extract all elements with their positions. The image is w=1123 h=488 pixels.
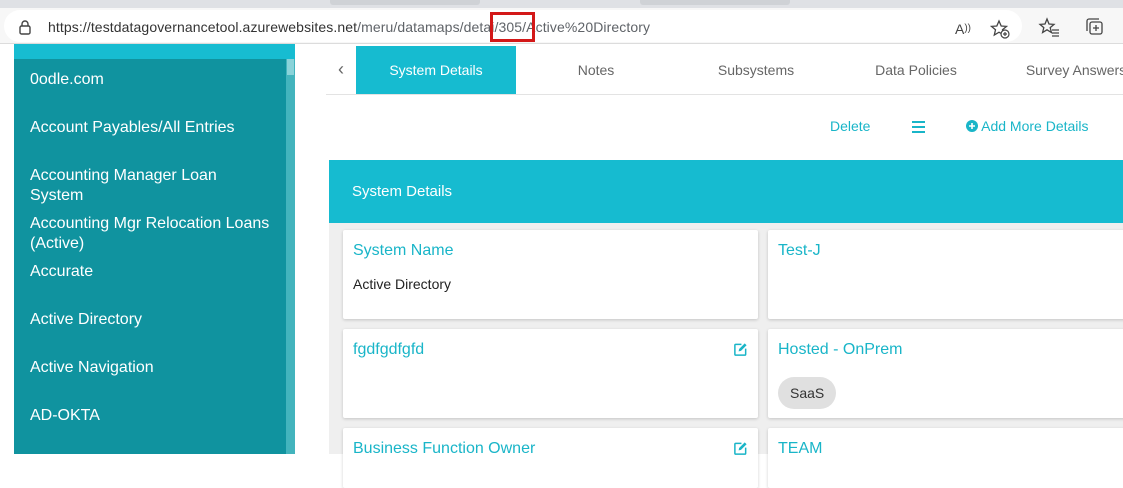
sidebar-item-accounting-manager-loan[interactable]: Accounting Manager Loan System xyxy=(30,166,270,206)
card-label: Hosted - OnPrem xyxy=(778,341,903,358)
card-label: System Name xyxy=(353,242,454,259)
browser-tab[interactable] xyxy=(330,0,480,5)
add-more-details-button[interactable]: Add More Details xyxy=(966,118,1089,134)
red-highlight-annotation xyxy=(490,12,535,42)
sidebar-header-strip xyxy=(14,44,295,59)
card-label: TEAM xyxy=(778,440,823,457)
menu-icon[interactable] xyxy=(912,121,925,133)
edit-icon[interactable] xyxy=(733,342,748,357)
card-business-function-owner: Business Function Owner xyxy=(343,428,758,488)
favorites-icon[interactable] xyxy=(1038,16,1060,38)
collections-icon[interactable] xyxy=(1084,16,1106,38)
tab-subsystems[interactable]: Subsystems xyxy=(676,46,836,94)
sidebar-item-active-navigation[interactable]: Active Navigation xyxy=(30,358,270,378)
card-test-j: Test-J xyxy=(768,230,1123,319)
card-label: Test-J xyxy=(778,242,821,259)
browser-tab-strip xyxy=(0,0,1123,8)
chip-saas[interactable]: SaaS xyxy=(778,377,837,409)
panel-title: System Details xyxy=(352,183,453,200)
system-details-panel-body: System Name Active Directory Test-J fgdf… xyxy=(329,223,1123,488)
card-label: fgdfgdfgfd xyxy=(353,341,425,358)
card-label: Business Function Owner xyxy=(353,440,536,457)
tab-data-policies[interactable]: Data Policies xyxy=(836,46,996,94)
sidebar-item-ad-okta[interactable]: AD-OKTA xyxy=(30,406,270,426)
url-slug: Active%20Directory xyxy=(526,19,651,35)
plus-circle-icon xyxy=(966,120,978,132)
browser-tab[interactable] xyxy=(640,0,790,5)
url-host: https://testdatagovernancetool.azurewebs… xyxy=(48,19,358,35)
detail-tabs: ‹ System Details Notes Subsystems Data P… xyxy=(326,46,1123,95)
add-favorite-icon[interactable] xyxy=(989,18,1011,40)
delete-button[interactable]: Delete xyxy=(830,118,870,134)
sidebar: 0odle.com Account Payables/All Entries A… xyxy=(14,59,295,454)
sidebar-item-accounting-mgr-relocation[interactable]: Accounting Mgr Relocation Loans (Active) xyxy=(30,214,270,254)
tab-notes[interactable]: Notes xyxy=(516,46,676,94)
url-text[interactable]: https://testdatagovernancetool.azurewebs… xyxy=(48,19,650,35)
sidebar-item-account-payables[interactable]: Account Payables/All Entries xyxy=(30,118,270,138)
sidebar-item-active-directory[interactable]: Active Directory xyxy=(30,310,270,330)
browser-toolbar: https://testdatagovernancetool.azurewebs… xyxy=(0,8,1123,44)
card-system-name: System Name Active Directory xyxy=(343,230,758,319)
url-path: /meru/datamaps/detai xyxy=(357,19,495,35)
sidebar-item-0odle[interactable]: 0odle.com xyxy=(30,70,270,90)
sidebar-item-accurate[interactable]: Accurate xyxy=(30,262,270,282)
address-bar[interactable]: https://testdatagovernancetool.azurewebs… xyxy=(4,10,1022,42)
system-details-panel-header: System Details xyxy=(329,160,1123,223)
card-fgdfgdfgfd: fgdfgdfgfd xyxy=(343,329,758,418)
chevron-left-icon[interactable]: ‹ xyxy=(326,46,356,94)
lock-icon[interactable] xyxy=(17,19,33,35)
sidebar-scrollbar[interactable] xyxy=(286,59,295,454)
card-hosted-onprem: Hosted - OnPrem SaaS xyxy=(768,329,1123,418)
card-team: TEAM xyxy=(768,428,1123,488)
add-more-details-label: Add More Details xyxy=(981,118,1089,134)
read-aloud-icon[interactable]: A)) xyxy=(952,18,974,40)
tab-survey-answers[interactable]: Survey Answers xyxy=(996,46,1123,94)
tab-system-details[interactable]: System Details xyxy=(356,46,516,94)
card-value: Active Directory xyxy=(353,276,452,292)
scrollbar-thumb[interactable] xyxy=(287,59,294,75)
